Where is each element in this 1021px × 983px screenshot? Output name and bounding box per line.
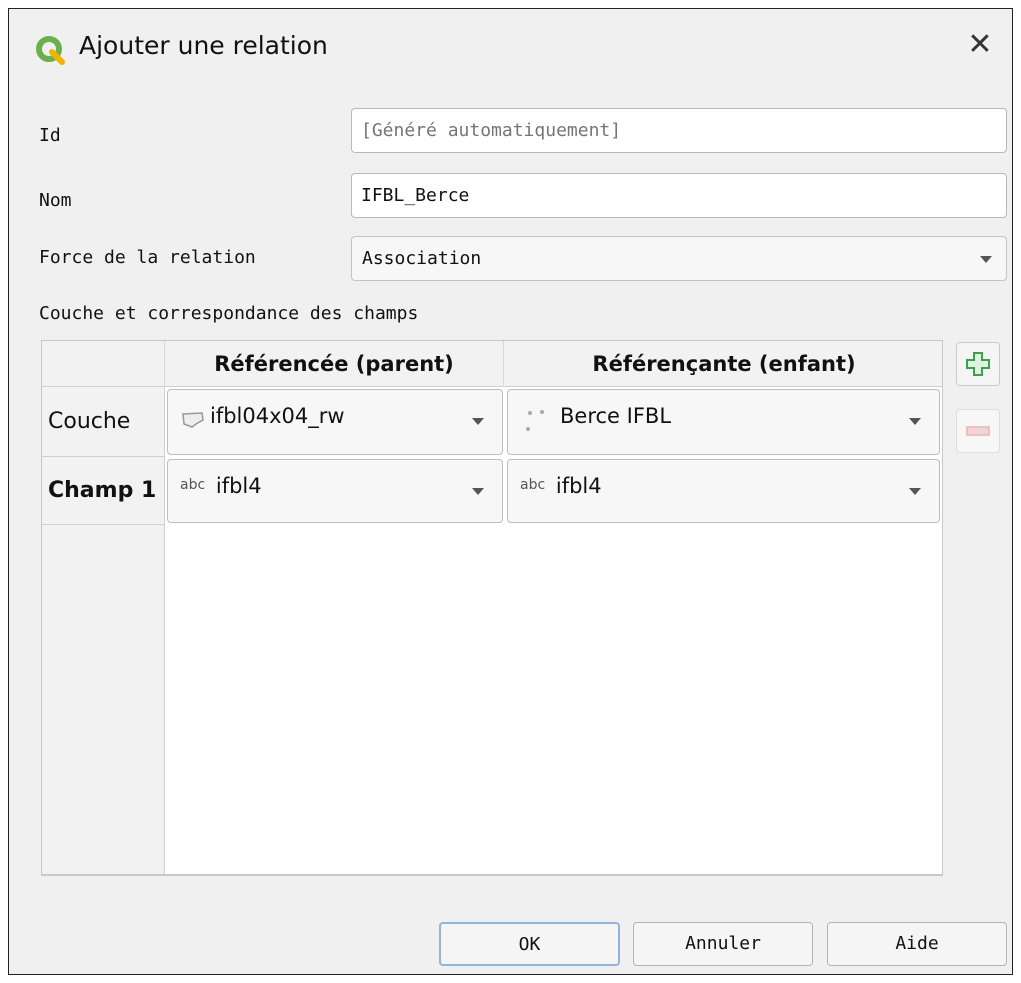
id-label: Id bbox=[39, 125, 61, 146]
parent-field-select[interactable]: abc ifbl4 bbox=[167, 459, 503, 523]
plus-icon bbox=[966, 352, 990, 376]
chevron-down-icon bbox=[472, 418, 484, 425]
add-relation-dialog: Ajouter une relation ✕ Id Nom IFBL_Berce… bbox=[8, 8, 1013, 975]
child-layer-value: Berce IFBL bbox=[560, 404, 672, 428]
cancel-button[interactable]: Annuler bbox=[633, 922, 813, 966]
chevron-down-icon bbox=[472, 488, 484, 495]
chevron-down-icon bbox=[909, 418, 921, 425]
qgis-logo-icon bbox=[36, 36, 65, 65]
id-field[interactable] bbox=[351, 108, 1007, 153]
row-label-empty bbox=[42, 525, 165, 874]
strength-label: Force de la relation bbox=[39, 247, 256, 268]
remove-field-pair-button[interactable] bbox=[956, 409, 1000, 453]
text-type-icon: abc bbox=[180, 477, 206, 493]
child-field-value: ifbl4 bbox=[555, 474, 602, 498]
dialog-title: Ajouter une relation bbox=[79, 31, 328, 60]
parent-field-value: ifbl4 bbox=[215, 474, 262, 498]
parent-layer-select[interactable]: ifbl04x04_rw bbox=[167, 389, 503, 455]
divider bbox=[41, 875, 943, 876]
strength-select[interactable]: Association bbox=[351, 236, 1007, 281]
chevron-down-icon bbox=[909, 488, 921, 495]
text-type-icon: abc bbox=[520, 477, 546, 493]
child-layer-select[interactable]: Berce IFBL bbox=[507, 389, 940, 455]
header-child: Référençante (enfant) bbox=[504, 341, 942, 387]
name-field[interactable]: IFBL_Berce bbox=[351, 173, 1007, 218]
parent-layer-value: ifbl04x04_rw bbox=[210, 404, 345, 428]
strength-value: Association bbox=[362, 248, 482, 269]
header-parent: Référencée (parent) bbox=[165, 341, 504, 387]
add-field-pair-button[interactable] bbox=[956, 342, 1000, 386]
help-button[interactable]: Aide bbox=[827, 922, 1007, 966]
polygon-layer-icon bbox=[182, 412, 204, 428]
table-corner bbox=[42, 341, 165, 387]
child-field-select[interactable]: abc ifbl4 bbox=[507, 459, 940, 523]
row-label-couche: Couche bbox=[42, 387, 165, 457]
ok-button[interactable]: OK bbox=[439, 922, 620, 966]
section-title: Couche et correspondance des champs bbox=[39, 303, 419, 324]
title-bar: Ajouter une relation ✕ bbox=[9, 9, 1012, 91]
minus-icon bbox=[966, 426, 990, 436]
point-layer-icon bbox=[526, 410, 544, 431]
chevron-down-icon bbox=[980, 256, 992, 263]
close-icon[interactable]: ✕ bbox=[960, 25, 1000, 65]
row-label-champ: Champ 1 bbox=[42, 457, 165, 525]
field-mapping-table: Référencée (parent) Référençante (enfant… bbox=[41, 340, 943, 875]
name-label: Nom bbox=[39, 190, 72, 211]
